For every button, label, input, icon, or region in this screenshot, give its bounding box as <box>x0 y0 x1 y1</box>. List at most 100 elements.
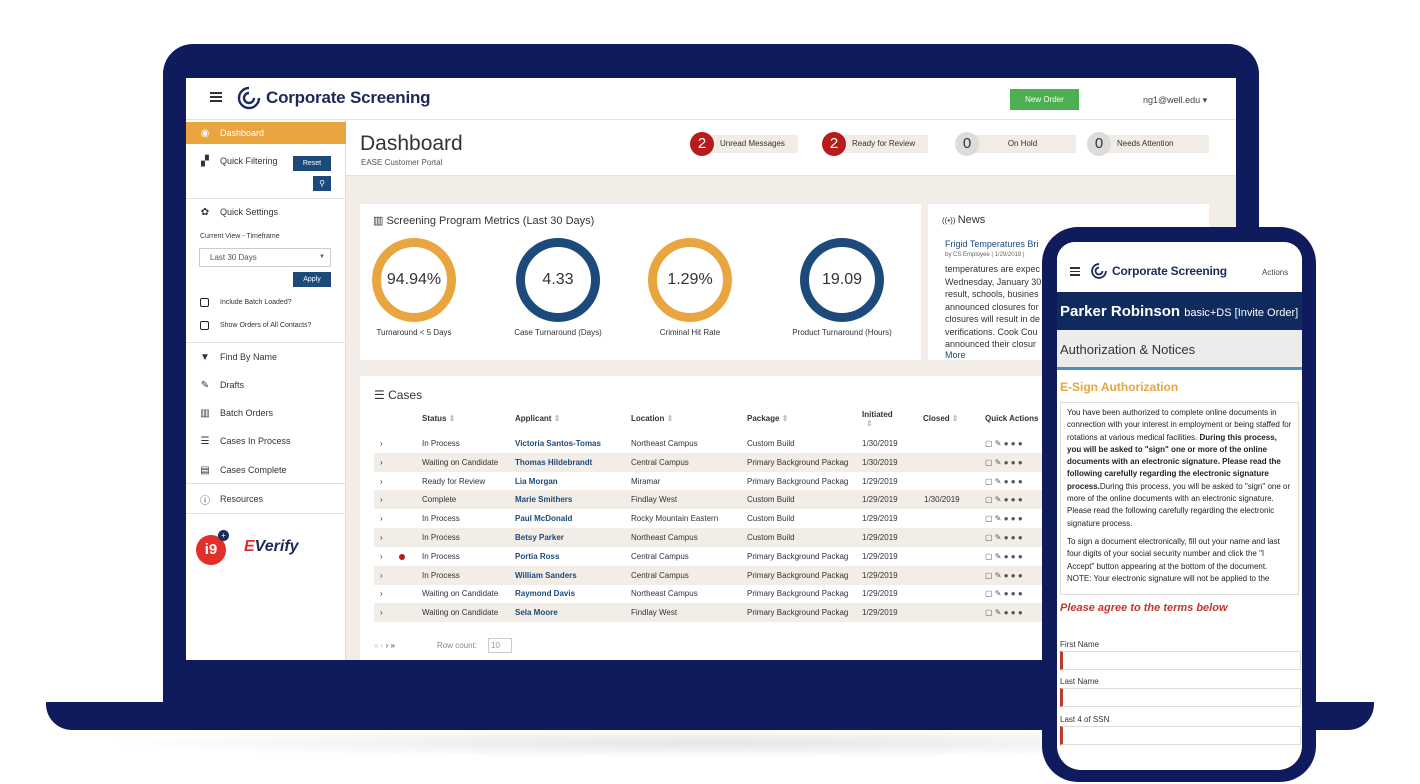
show-orders-checkbox-row[interactable]: Show Orders of All Contacts? <box>200 321 311 330</box>
table-row[interactable]: › Complete Marie Smithers Findlay West Custo… <box>374 490 1054 510</box>
archive-icon: ▤ <box>200 464 210 476</box>
row-count-label: Row count: <box>437 641 478 650</box>
quick-actions-icons[interactable]: ▢ ✎ ● ● ● <box>985 458 1023 467</box>
package-cell: Primary Background Packag <box>747 589 849 599</box>
sidebar-item-drafts[interactable]: ✎ Drafts <box>186 374 346 396</box>
news-headline-link[interactable]: Frigid Temperatures Bri <box>945 239 1038 249</box>
sidebar-item-resources[interactable]: ⓘ Resources <box>186 488 346 510</box>
quick-actions-icons[interactable]: ▢ ✎ ● ● ● <box>985 608 1023 617</box>
chart-icon: ▥ <box>373 215 387 227</box>
chevron-right-icon[interactable]: › <box>380 458 383 467</box>
chevron-right-icon[interactable]: › <box>380 552 383 561</box>
table-row[interactable]: › Waiting on Candidate Thomas Hildebrandt C… <box>374 452 1054 472</box>
column-header-package[interactable]: Package ⇕ <box>747 414 788 423</box>
new-order-button[interactable]: New Order <box>1010 89 1079 110</box>
badge-count: 2 <box>822 132 846 156</box>
column-header-location[interactable]: Location ⇕ <box>631 414 673 423</box>
esign-document[interactable]: You have been authorized to complete onl… <box>1060 402 1299 595</box>
actions-menu[interactable]: Actions <box>1262 268 1288 277</box>
reset-button[interactable]: Reset <box>293 156 331 171</box>
search-button[interactable]: ⚲ <box>313 176 331 191</box>
table-row[interactable]: › In Process Victoria Santos-Tomas Northeas… <box>374 434 1054 453</box>
everify-logo[interactable]: EVerify <box>244 538 299 556</box>
chevron-right-icon[interactable]: › <box>380 439 383 448</box>
next-page-icon[interactable]: › » <box>386 641 395 650</box>
unread-messages-badge[interactable]: 2 Unread Messages <box>690 132 798 156</box>
binoculars-icon: ▞ <box>201 155 209 167</box>
applicant-link[interactable]: Marie Smithers <box>515 495 572 504</box>
column-header-applicant[interactable]: Applicant ⇕ <box>515 414 560 423</box>
last-name-field[interactable] <box>1060 688 1301 707</box>
applicant-link[interactable]: Betsy Parker <box>515 533 564 542</box>
quick-actions-icons[interactable]: ▢ ✎ ● ● ● <box>985 495 1023 504</box>
applicant-link[interactable]: Lia Morgan <box>515 477 558 486</box>
menu-icon[interactable] <box>210 92 222 102</box>
sidebar-item-cases-in-process[interactable]: ☰ Cases In Process <box>186 430 346 452</box>
column-header-closed[interactable]: Closed ⇕ <box>923 414 959 423</box>
checkbox[interactable] <box>200 321 209 330</box>
menu-icon[interactable] <box>1070 267 1080 278</box>
applicant-link[interactable]: Sela Moore <box>515 608 558 617</box>
divider <box>186 198 346 199</box>
quick-actions-icons[interactable]: ▢ ✎ ● ● ● <box>985 571 1023 580</box>
sidebar-item-quick-settings[interactable]: ✿ Quick Settings <box>186 201 346 223</box>
table-row[interactable]: › Waiting on Candidate Raymond Davis Northe… <box>374 584 1054 603</box>
chevron-right-icon[interactable]: › <box>380 571 383 580</box>
table-row[interactable]: › Waiting on Candidate Sela Moore Findlay W… <box>374 603 1054 623</box>
quick-actions-icons[interactable]: ▢ ✎ ● ● ● <box>985 477 1023 486</box>
table-row[interactable]: › In Process Betsy Parker Northeast Campus C… <box>374 528 1054 547</box>
row-count-input[interactable]: 10 <box>488 638 512 653</box>
chevron-right-icon[interactable]: › <box>380 589 383 598</box>
quick-actions-icons[interactable]: ▢ ✎ ● ● ● <box>985 552 1023 561</box>
section-header: Authorization & Notices <box>1057 330 1302 370</box>
sidebar-item-batch-orders[interactable]: ▥ Batch Orders <box>186 402 346 424</box>
apply-button[interactable]: Apply <box>293 272 331 287</box>
applicant-link[interactable]: Raymond Davis <box>515 589 575 598</box>
quick-actions-icons[interactable]: ▢ ✎ ● ● ● <box>985 589 1023 598</box>
location-cell: Northeast Campus <box>631 439 698 448</box>
chevron-right-icon[interactable]: › <box>380 533 383 542</box>
metric-donut: 94.94% <box>372 238 456 322</box>
applicant-link[interactable]: Paul McDonald <box>515 514 572 523</box>
table-row[interactable]: › In Process Portia Ross Central Campus Prim… <box>374 547 1054 566</box>
sidebar-item-find-by-name[interactable]: ▼ Find By Name <box>186 346 346 368</box>
on-hold-badge[interactable]: 0 On Hold <box>955 132 1076 156</box>
user-menu[interactable]: ng1@well.edu ▾ <box>1143 95 1207 106</box>
applicant-link[interactable]: Victoria Santos-Tomas <box>515 439 601 448</box>
table-row[interactable]: › Ready for Review Lia Morgan Miramar Primar… <box>374 472 1054 491</box>
applicant-link[interactable]: Thomas Hildebrandt <box>515 458 592 467</box>
column-header-initiated[interactable]: Initiated ⇕ <box>862 410 893 428</box>
chevron-right-icon[interactable]: › <box>380 608 383 617</box>
location-cell: Northeast Campus <box>631 589 698 599</box>
filter-icon: ▼ <box>200 351 210 363</box>
chevron-right-icon[interactable]: › <box>380 477 383 486</box>
applicant-link[interactable]: William Sanders <box>515 571 577 580</box>
include-batch-checkbox-row[interactable]: Include Batch Loaded? <box>200 298 292 307</box>
section-title: Authorization & Notices <box>1060 342 1196 357</box>
column-label: Status <box>422 414 447 423</box>
timeframe-select[interactable]: Last 30 Days ▼ <box>199 248 331 267</box>
quick-actions-icons[interactable]: ▢ ✎ ● ● ● <box>985 439 1023 448</box>
needs-attention-badge[interactable]: 0 Needs Attention <box>1087 132 1209 156</box>
brand-logo[interactable]: Corporate Screening <box>236 85 431 111</box>
table-row[interactable]: › In Process William Sanders Central Campus… <box>374 565 1054 585</box>
column-header-status[interactable]: Status ⇕ <box>422 414 455 423</box>
first-page-icon[interactable]: « ‹ <box>374 641 383 650</box>
ssn-field[interactable] <box>1060 726 1301 745</box>
first-name-field[interactable] <box>1060 651 1301 670</box>
sidebar-item-cases-complete[interactable]: ▤ Cases Complete <box>186 459 346 481</box>
quick-actions-icons[interactable]: ▢ ✎ ● ● ● <box>985 514 1023 523</box>
chevron-right-icon[interactable]: › <box>380 495 383 504</box>
page-header: Dashboard EASE Customer Portal 2 Unread … <box>346 120 1236 176</box>
brand-logo[interactable]: Corporate Screening <box>1090 262 1227 280</box>
pagination[interactable]: « ‹ › » <box>374 641 395 650</box>
chevron-right-icon[interactable]: › <box>380 514 383 523</box>
table-row[interactable]: › In Process Paul McDonald Rocky Mountain E… <box>374 509 1054 528</box>
applicant-link[interactable]: Portia Ross <box>515 552 559 561</box>
badge-label: Ready for Review <box>834 135 928 153</box>
quick-actions-icons[interactable]: ▢ ✎ ● ● ● <box>985 533 1023 542</box>
checkbox[interactable] <box>200 298 209 307</box>
sidebar-item-dashboard[interactable]: ◉ Dashboard <box>186 122 346 144</box>
news-more-link[interactable]: More <box>945 350 966 360</box>
ready-for-review-badge[interactable]: 2 Ready for Review <box>822 132 928 156</box>
